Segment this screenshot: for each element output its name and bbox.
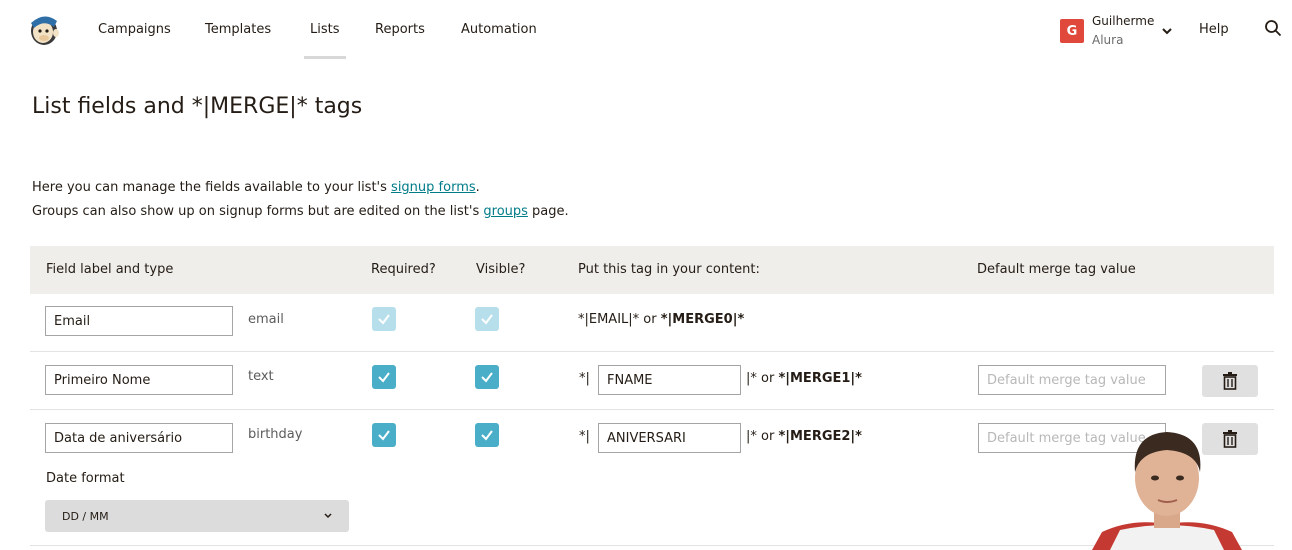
nav-templates[interactable]: Templates xyxy=(205,22,271,37)
merge-tag-id: *|MERGE1|* xyxy=(778,371,862,386)
field-label-input[interactable] xyxy=(45,365,233,395)
intro-text: Here you can manage the fields available… xyxy=(32,176,569,224)
intro-line1-end: . xyxy=(475,180,480,195)
date-format-value: DD / MM xyxy=(62,510,109,523)
row-divider xyxy=(30,409,1274,410)
visible-checkbox[interactable] xyxy=(475,423,499,447)
top-navigation: Campaigns Templates Lists Reports Automa… xyxy=(0,0,1292,62)
nav-lists[interactable]: Lists xyxy=(304,22,345,59)
required-checkbox xyxy=(372,307,396,331)
merge-tag-input[interactable] xyxy=(598,365,741,395)
chevron-down-icon[interactable] xyxy=(1160,23,1174,37)
tag-open: *| xyxy=(579,371,590,386)
checkmark-icon xyxy=(481,372,493,383)
field-label-input[interactable] xyxy=(45,423,233,453)
field-type: text xyxy=(248,369,274,384)
nav-automation[interactable]: Automation xyxy=(461,22,537,37)
checkmark-icon xyxy=(378,430,390,441)
trash-icon xyxy=(1223,372,1237,390)
checkmark-icon xyxy=(481,314,493,325)
visible-checkbox[interactable] xyxy=(475,365,499,389)
help-link[interactable]: Help xyxy=(1199,22,1229,37)
search-icon[interactable] xyxy=(1264,19,1282,37)
user-avatar[interactable]: G xyxy=(1060,19,1084,43)
header-visible: Visible? xyxy=(476,262,526,277)
visible-checkbox xyxy=(475,307,499,331)
header-required: Required? xyxy=(371,262,436,277)
merge-tag-text: |* or *|MERGE2|* xyxy=(746,429,862,444)
field-type: birthday xyxy=(248,427,303,442)
merge-tag-input[interactable] xyxy=(598,423,741,453)
date-format-select[interactable]: DD / MM xyxy=(45,500,349,532)
date-format-label: Date format xyxy=(46,471,125,486)
mailchimp-logo-icon[interactable] xyxy=(26,11,62,47)
merge-tag-id: *|MERGE2|* xyxy=(778,429,862,444)
required-checkbox[interactable] xyxy=(372,423,396,447)
merge-tag-text: |* or *|MERGE1|* xyxy=(746,371,862,386)
chevron-down-icon xyxy=(323,511,333,521)
email-tag: *|EMAIL|* or xyxy=(578,312,661,327)
header-field-label: Field label and type xyxy=(46,262,174,277)
intro-line2-text: Groups can also show up on signup forms … xyxy=(32,204,484,219)
field-type: email xyxy=(248,312,284,327)
fields-table-header: Field label and type Required? Visible? … xyxy=(30,246,1274,294)
intro-line1-text: Here you can manage the fields available… xyxy=(32,180,392,195)
row-divider xyxy=(30,545,1274,546)
tag-close: |* or xyxy=(746,429,779,444)
presenter-image xyxy=(1092,432,1242,550)
nav-campaigns[interactable]: Campaigns xyxy=(98,22,171,37)
merge-tag-id: *|MERGE0|* xyxy=(660,312,745,327)
field-label-input[interactable] xyxy=(45,306,233,336)
user-name[interactable]: Guilherme xyxy=(1092,14,1154,28)
header-default-value: Default merge tag value xyxy=(977,262,1136,277)
tag-open: *| xyxy=(579,429,590,444)
presenter-webcam-overlay xyxy=(1092,420,1242,550)
row-divider xyxy=(30,351,1274,352)
signup-forms-link[interactable]: signup forms xyxy=(391,180,476,195)
user-organization: Alura xyxy=(1092,33,1124,47)
checkmark-icon xyxy=(481,430,493,441)
delete-field-button[interactable] xyxy=(1202,365,1258,397)
groups-link[interactable]: groups xyxy=(483,204,528,219)
default-value-input[interactable] xyxy=(978,365,1166,395)
page-title: List fields and *|MERGE|* tags xyxy=(32,94,363,119)
required-checkbox[interactable] xyxy=(372,365,396,389)
tag-close: |* or xyxy=(746,371,779,386)
checkmark-icon xyxy=(378,314,390,325)
header-tag: Put this tag in your content: xyxy=(578,262,760,277)
intro-line2-end: page. xyxy=(527,204,569,219)
merge-tag-text: *|EMAIL|* or *|MERGE0|* xyxy=(578,312,744,327)
checkmark-icon xyxy=(378,372,390,383)
nav-reports[interactable]: Reports xyxy=(375,22,425,37)
